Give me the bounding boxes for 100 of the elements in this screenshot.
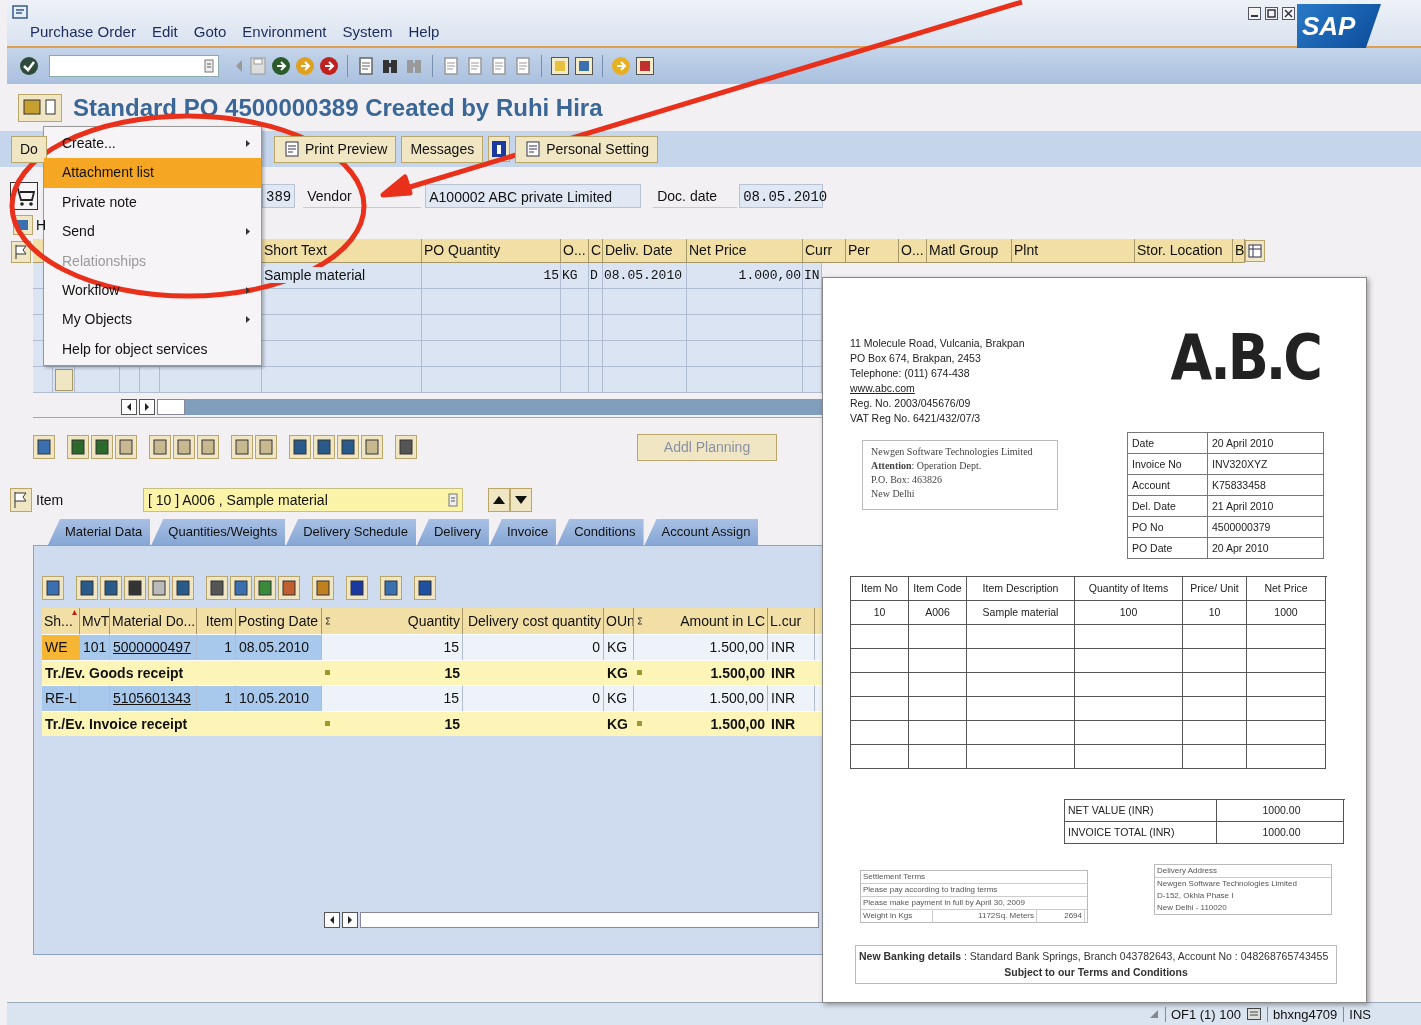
tab[interactable]: Invoice <box>489 519 557 545</box>
layout-icon[interactable] <box>635 56 655 76</box>
menu-item[interactable]: My Objects <box>44 305 261 335</box>
sort-icon[interactable] <box>76 576 98 600</box>
collapse-icon[interactable] <box>11 241 31 263</box>
close-icon[interactable] <box>1282 7 1295 20</box>
deselect-icon[interactable] <box>91 435 113 459</box>
tab[interactable]: Quantities/Weights <box>151 519 286 545</box>
menu-item[interactable]: Send <box>44 217 261 247</box>
menu-item[interactable]: Private note <box>44 187 261 218</box>
command-field[interactable] <box>49 55 219 77</box>
refresh-icon[interactable] <box>414 576 436 600</box>
scroll-left-icon[interactable] <box>324 912 340 928</box>
column-header[interactable]: Matl Group <box>927 239 1012 263</box>
column-header[interactable]: Per <box>846 239 899 263</box>
menu-item[interactable]: System <box>342 23 393 40</box>
tab[interactable]: Delivery Schedule <box>286 519 416 545</box>
menu-item[interactable]: Help <box>408 23 440 40</box>
settings-icon[interactable] <box>361 435 383 459</box>
menu-item[interactable]: Attachment list <box>44 158 261 188</box>
column-header[interactable]: C <box>589 239 603 263</box>
header-label: H <box>36 217 47 233</box>
print-icon[interactable] <box>206 576 228 600</box>
menu-item[interactable]: Goto <box>193 23 227 40</box>
empty-cell <box>909 673 967 697</box>
views-icon[interactable] <box>230 576 252 600</box>
column-header[interactable]: B <box>1233 239 1245 263</box>
po-number-field[interactable]: 389 <box>262 184 296 208</box>
column-header[interactable]: Material Do... <box>112 608 196 634</box>
dropdown-icon[interactable] <box>448 493 458 507</box>
system-menu-icon[interactable] <box>12 5 30 21</box>
filter-icon[interactable] <box>100 576 122 600</box>
toolbar-button[interactable]: Print Preview <box>273 135 397 163</box>
menu-item[interactable]: Help for object services <box>44 334 261 365</box>
split-icon[interactable] <box>255 435 277 459</box>
vendor-field[interactable]: A100002 ABC private Limited <box>425 184 642 208</box>
new-session-icon[interactable] <box>550 56 570 76</box>
recipient-line: New Delhi <box>871 487 916 501</box>
item-dropdown[interactable]: [ 10 ] A006 , Sample material <box>143 488 463 512</box>
sort-icon[interactable] <box>289 435 311 459</box>
minimize-icon[interactable] <box>1248 7 1261 20</box>
menu-item[interactable]: Workflow <box>44 275 261 306</box>
info-icon[interactable] <box>346 576 368 600</box>
menu-item[interactable]: Edit <box>151 23 178 40</box>
tab[interactable]: Account Assign <box>644 519 759 545</box>
column-header[interactable]: Plnt <box>1012 239 1135 263</box>
address-line: 11 Molecule Road, Vulcania, Brakpan <box>850 336 1025 351</box>
tab[interactable]: Delivery <box>416 519 489 545</box>
table-settings-icon[interactable] <box>1245 240 1265 262</box>
select-all-icon[interactable] <box>67 435 89 459</box>
info-label: PO Date <box>1128 538 1208 559</box>
object-services-icon[interactable] <box>18 94 62 122</box>
export-icon[interactable] <box>254 576 276 600</box>
menu-item[interactable]: Environment <box>242 23 327 40</box>
column-header[interactable]: O... <box>899 239 927 263</box>
columns-icon[interactable] <box>278 576 300 600</box>
horizontal-scrollbar[interactable] <box>360 912 819 928</box>
enter-icon[interactable] <box>19 56 39 76</box>
block-icon[interactable] <box>115 435 137 459</box>
delete-icon[interactable] <box>149 435 171 459</box>
collapse-icon[interactable] <box>10 488 32 512</box>
print-icon[interactable] <box>356 56 376 76</box>
filter-icon[interactable] <box>172 576 194 600</box>
toolbar-button[interactable]: Personal Setting <box>515 135 658 163</box>
horizontal-scrollbar[interactable] <box>157 399 822 415</box>
chart-icon[interactable] <box>312 576 334 600</box>
toolbar-button[interactable]: Messages <box>401 135 484 163</box>
lock-icon[interactable] <box>173 435 195 459</box>
menu-item[interactable]: Purchase Order <box>30 23 136 40</box>
menu-item[interactable]: Create... <box>44 129 261 159</box>
details-icon[interactable] <box>42 576 64 600</box>
next-item-icon[interactable] <box>510 488 532 512</box>
tab[interactable]: Material Data <box>48 519 151 545</box>
column-header[interactable]: Net Price <box>687 239 803 263</box>
column-header[interactable]: Short Text <box>262 239 422 263</box>
column-header[interactable]: Curr <box>803 239 846 263</box>
column-header[interactable]: O... <box>561 239 589 263</box>
restore-icon[interactable] <box>1265 7 1278 20</box>
scroll-left-icon[interactable] <box>121 399 137 415</box>
find-next-icon[interactable] <box>148 576 170 600</box>
filter-icon[interactable] <box>313 435 335 459</box>
layout-icon[interactable] <box>380 576 402 600</box>
column-header[interactable]: Deliv. Date <box>603 239 687 263</box>
previous-item-icon[interactable] <box>488 488 510 512</box>
unlock-icon[interactable] <box>197 435 219 459</box>
clipboard-icon[interactable] <box>395 435 417 459</box>
website-link[interactable]: www.abc.com <box>850 381 1025 396</box>
toolbar-button[interactable]: Do <box>11 135 47 163</box>
column-header[interactable]: MvT <box>82 608 109 634</box>
column-header[interactable]: Stor. Location <box>1135 239 1233 263</box>
dropdown-icon[interactable] <box>204 59 214 73</box>
tab[interactable]: Conditions <box>557 519 644 545</box>
column-header[interactable]: PO Quantity <box>422 239 561 263</box>
scroll-right-icon[interactable] <box>139 399 155 415</box>
details-icon[interactable] <box>33 435 55 459</box>
copy-icon[interactable] <box>231 435 253 459</box>
filter-icon[interactable] <box>337 435 359 459</box>
find-icon[interactable] <box>124 576 146 600</box>
scroll-right-icon[interactable] <box>342 912 358 928</box>
shortcut-icon[interactable] <box>574 56 594 76</box>
